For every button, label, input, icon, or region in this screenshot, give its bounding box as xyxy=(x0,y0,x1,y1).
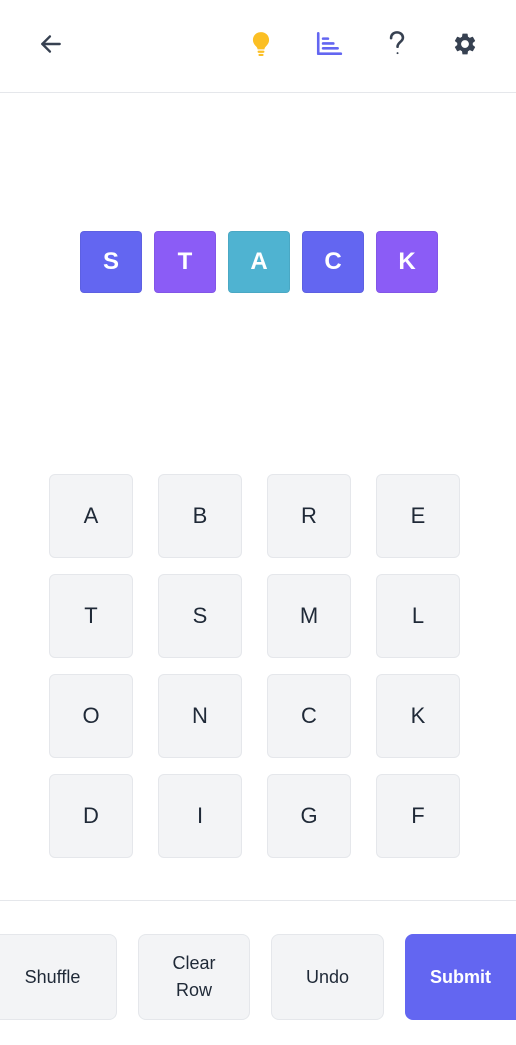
question-mark-icon xyxy=(386,30,408,58)
letter-tile[interactable]: G xyxy=(267,774,351,858)
letter-tile[interactable]: A xyxy=(49,474,133,558)
hint-button[interactable] xyxy=(241,24,281,64)
submit-button[interactable]: Submit xyxy=(405,934,516,1020)
undo-label: Undo xyxy=(305,966,350,987)
letter-grid: A B R E T S M L O N C K D I G F xyxy=(49,474,460,858)
stats-button[interactable] xyxy=(309,24,349,64)
letter-tile[interactable]: I xyxy=(158,774,242,858)
word-letter-tile: A xyxy=(228,231,290,293)
word-letter-tile: C xyxy=(302,231,364,293)
top-bar xyxy=(0,0,516,93)
shuffle-label: Shuffle xyxy=(24,966,81,987)
letter-tile[interactable]: C xyxy=(267,674,351,758)
letter-tile[interactable]: L xyxy=(376,574,460,658)
undo-button[interactable]: Undo xyxy=(271,934,384,1020)
shuffle-button[interactable]: Shuffle xyxy=(0,934,117,1020)
help-button[interactable] xyxy=(377,24,417,64)
word-letter-tile: K xyxy=(376,231,438,293)
letter-tile[interactable]: M xyxy=(267,574,351,658)
letter-tile[interactable]: O xyxy=(49,674,133,758)
letter-tile[interactable]: N xyxy=(158,674,242,758)
current-word: S T A C K xyxy=(80,231,438,293)
letter-tile[interactable]: S xyxy=(158,574,242,658)
gear-icon xyxy=(452,31,478,57)
clear-row-button[interactable]: Clear Row xyxy=(138,934,250,1020)
letter-tile[interactable]: D xyxy=(49,774,133,858)
stats-chart-icon xyxy=(315,31,343,57)
letter-tile[interactable]: E xyxy=(376,474,460,558)
letter-tile[interactable]: F xyxy=(376,774,460,858)
back-button[interactable] xyxy=(31,24,71,64)
word-letter-tile: T xyxy=(154,231,216,293)
letter-tile[interactable]: T xyxy=(49,574,133,658)
back-arrow-icon xyxy=(38,31,64,57)
letter-tile[interactable]: K xyxy=(376,674,460,758)
settings-button[interactable] xyxy=(445,24,485,64)
word-letter-tile: S xyxy=(80,231,142,293)
letter-tile[interactable]: R xyxy=(267,474,351,558)
clear-row-label: Clear Row xyxy=(172,953,216,1000)
letter-tile[interactable]: B xyxy=(158,474,242,558)
action-bar: Shuffle Clear Row Undo Submit xyxy=(0,900,516,1045)
submit-label: Submit xyxy=(430,966,491,987)
lightbulb-icon xyxy=(248,30,274,58)
